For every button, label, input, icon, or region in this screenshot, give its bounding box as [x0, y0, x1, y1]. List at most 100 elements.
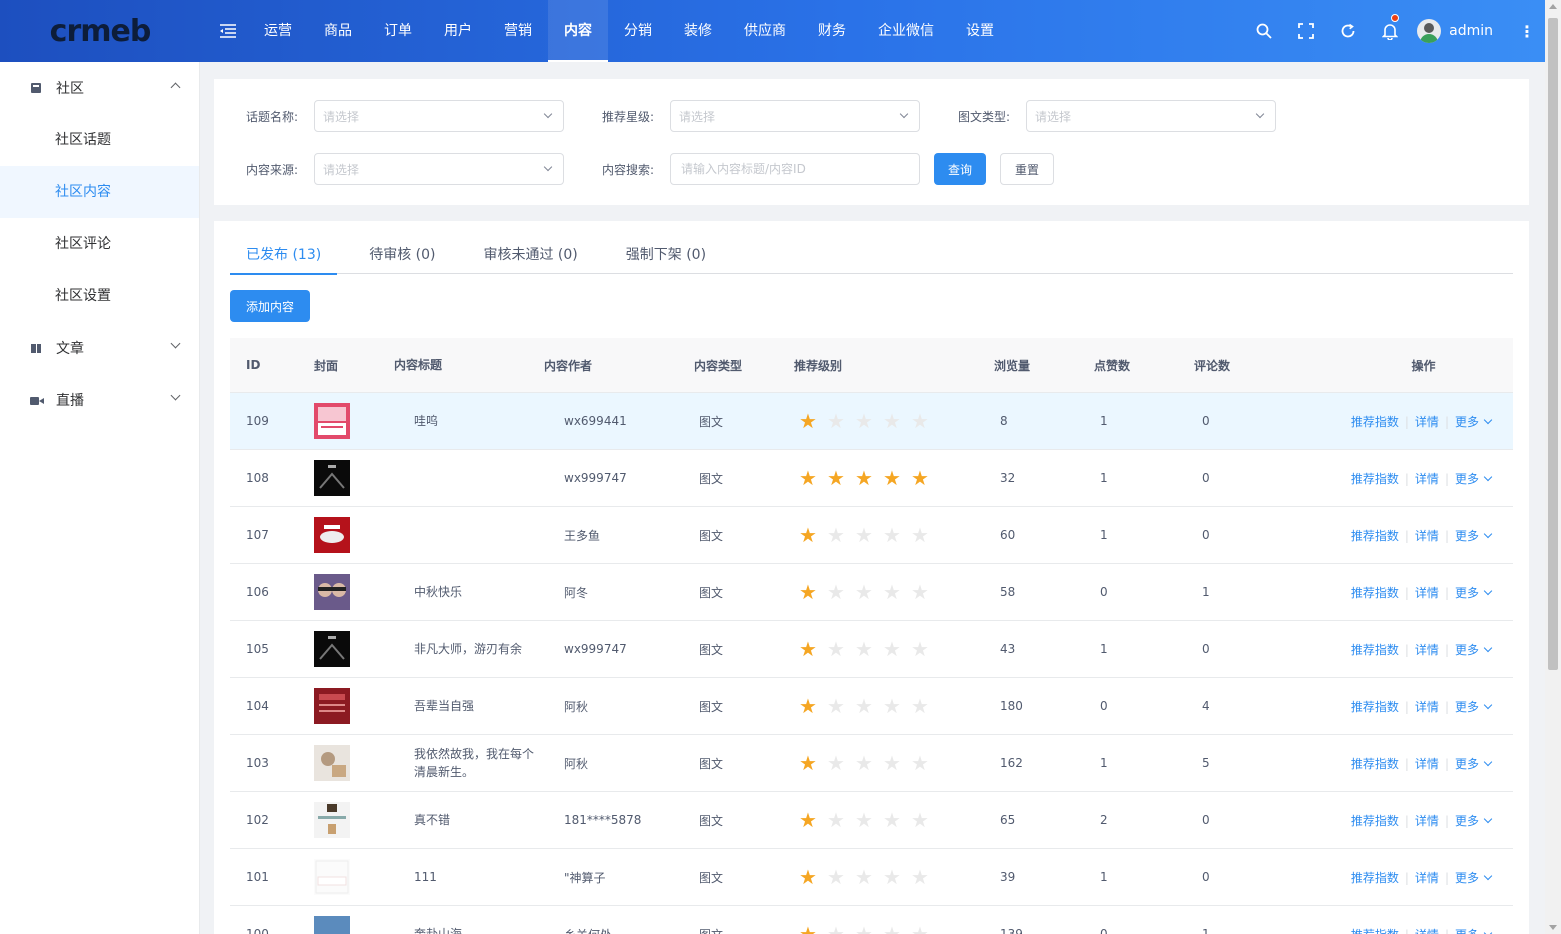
recommend-index-link[interactable]: 推荐指数	[1351, 472, 1399, 486]
detail-link[interactable]: 详情	[1415, 472, 1439, 486]
nav-item-11[interactable]: 设置	[950, 0, 1010, 62]
more-dropdown[interactable]: 更多	[1455, 928, 1491, 934]
tab-3[interactable]: 强制下架 (0)	[610, 237, 722, 274]
row-rating[interactable]: ★ ★ ★ ★ ★	[794, 867, 994, 887]
star-icon[interactable]: ★	[883, 867, 903, 887]
table-row[interactable]: 102 真不错 181****5878 图文 ★ ★ ★ ★ ★ 65 2 0 推荐指数 | 详情 | 更多	[230, 792, 1513, 849]
fullscreen-icon[interactable]	[1285, 0, 1327, 62]
search-icon[interactable]	[1243, 0, 1285, 62]
bell-icon[interactable]	[1369, 0, 1411, 62]
star-icon[interactable]: ★	[855, 753, 875, 773]
sidebar-group-0[interactable]: 社区	[0, 62, 199, 114]
star-icon[interactable]: ★	[883, 582, 903, 602]
cover-thumbnail[interactable]	[314, 517, 350, 553]
more-dropdown[interactable]: 更多	[1455, 700, 1491, 714]
row-cover-image[interactable]	[294, 745, 394, 781]
detail-link[interactable]: 详情	[1415, 643, 1439, 657]
row-cover-image[interactable]	[294, 916, 394, 934]
scroll-up-icon[interactable]	[1549, 4, 1557, 9]
menu-collapse-icon[interactable]	[208, 0, 248, 62]
detail-link[interactable]: 详情	[1415, 757, 1439, 771]
star-icon[interactable]: ★	[799, 867, 819, 887]
tab-2[interactable]: 审核未通过 (0)	[467, 237, 593, 274]
cover-thumbnail[interactable]	[314, 688, 350, 724]
recommend-index-link[interactable]: 推荐指数	[1351, 928, 1399, 934]
table-row[interactable]: 100 奔赴山海 乡关何处图文 ★ ★ ★ ★ ★ 139 0 1 推荐指数 | 详情 | 更多	[230, 906, 1513, 934]
sidebar-item-0-1[interactable]: 社区内容	[0, 166, 199, 218]
star-icon[interactable]: ★	[911, 411, 931, 431]
row-cover-image[interactable]	[294, 460, 394, 496]
reset-button[interactable]: 重置	[1000, 153, 1055, 185]
more-dropdown[interactable]: 更多	[1455, 586, 1491, 600]
row-cover-image[interactable]	[294, 517, 394, 553]
table-row[interactable]: 107 王多鱼 图文 ★ ★ ★ ★ ★ 60 1 0 推荐指数 | 详情 | 更多	[230, 507, 1513, 564]
row-rating[interactable]: ★ ★ ★ ★ ★	[794, 753, 994, 773]
row-rating[interactable]: ★ ★ ★ ★ ★	[794, 582, 994, 602]
star-icon[interactable]: ★	[883, 468, 903, 488]
star-icon[interactable]: ★	[855, 582, 875, 602]
star-icon[interactable]: ★	[855, 696, 875, 716]
more-dropdown[interactable]: 更多	[1455, 472, 1491, 486]
detail-link[interactable]: 详情	[1415, 871, 1439, 885]
nav-item-7[interactable]: 装修	[668, 0, 728, 62]
tab-1[interactable]: 待审核 (0)	[353, 237, 451, 274]
detail-link[interactable]: 详情	[1415, 415, 1439, 429]
table-row[interactable]: 103 我依然故我，我在每个清晨新生。 阿秋 图文 ★ ★ ★ ★ ★ 162 1 5 推荐指数 | 详情 |…	[230, 735, 1513, 792]
more-dropdown[interactable]: 更多	[1455, 529, 1491, 543]
row-cover-image[interactable]	[294, 859, 394, 895]
star-icon[interactable]: ★	[827, 468, 847, 488]
more-dropdown[interactable]: 更多	[1455, 871, 1491, 885]
type-select[interactable]: 请选择	[1026, 100, 1276, 132]
star-icon[interactable]: ★	[827, 525, 847, 545]
star-icon[interactable]: ★	[911, 639, 931, 659]
star-icon[interactable]: ★	[855, 468, 875, 488]
detail-link[interactable]: 详情	[1415, 529, 1439, 543]
star-icon[interactable]: ★	[799, 753, 819, 773]
star-icon[interactable]: ★	[827, 867, 847, 887]
star-icon[interactable]: ★	[855, 525, 875, 545]
row-cover-image[interactable]	[294, 688, 394, 724]
nav-item-2[interactable]: 订单	[368, 0, 428, 62]
cover-thumbnail[interactable]	[314, 802, 350, 838]
page-scrollbar[interactable]	[1545, 0, 1561, 934]
star-icon[interactable]: ★	[827, 411, 847, 431]
star-icon[interactable]: ★	[883, 411, 903, 431]
star-icon[interactable]: ★	[799, 810, 819, 830]
row-cover-image[interactable]	[294, 403, 394, 439]
recommend-index-link[interactable]: 推荐指数	[1351, 814, 1399, 828]
cover-thumbnail[interactable]	[314, 916, 350, 934]
cover-thumbnail[interactable]	[314, 745, 350, 781]
star-icon[interactable]: ★	[827, 924, 847, 934]
nav-item-0[interactable]: 运营	[248, 0, 308, 62]
star-icon[interactable]: ★	[827, 696, 847, 716]
add-content-button[interactable]: 添加内容	[230, 290, 311, 322]
more-dropdown[interactable]: 更多	[1455, 757, 1491, 771]
star-icon[interactable]: ★	[911, 696, 931, 716]
table-row[interactable]: 109 哇呜 wx699441 图文 ★ ★ ★ ★ ★ 8 1 0 推荐指数 | 详情 | 更多	[230, 393, 1513, 450]
star-icon[interactable]: ★	[911, 753, 931, 773]
sidebar-group-2[interactable]: 直播	[0, 374, 199, 426]
star-icon[interactable]: ★	[799, 525, 819, 545]
nav-item-6[interactable]: 分销	[608, 0, 668, 62]
star-icon[interactable]: ★	[827, 639, 847, 659]
row-rating[interactable]: ★ ★ ★ ★ ★	[794, 411, 994, 431]
row-rating[interactable]: ★ ★ ★ ★ ★	[794, 639, 994, 659]
username[interactable]: admin	[1449, 23, 1493, 39]
sidebar-item-0-0[interactable]: 社区话题	[0, 114, 199, 166]
star-icon[interactable]: ★	[911, 468, 931, 488]
star-icon[interactable]: ★	[855, 411, 875, 431]
row-rating[interactable]: ★ ★ ★ ★ ★	[794, 810, 994, 830]
star-icon[interactable]: ★	[911, 525, 931, 545]
nav-item-5[interactable]: 内容	[548, 0, 608, 62]
refresh-icon[interactable]	[1327, 0, 1369, 62]
star-icon[interactable]: ★	[883, 696, 903, 716]
recommend-index-link[interactable]: 推荐指数	[1351, 643, 1399, 657]
more-dropdown[interactable]: 更多	[1455, 415, 1491, 429]
star-icon[interactable]: ★	[799, 696, 819, 716]
row-rating[interactable]: ★ ★ ★ ★ ★	[794, 525, 994, 545]
row-cover-image[interactable]	[294, 802, 394, 838]
star-icon[interactable]: ★	[799, 411, 819, 431]
star-icon[interactable]: ★	[883, 924, 903, 934]
detail-link[interactable]: 详情	[1415, 700, 1439, 714]
star-icon[interactable]: ★	[883, 639, 903, 659]
